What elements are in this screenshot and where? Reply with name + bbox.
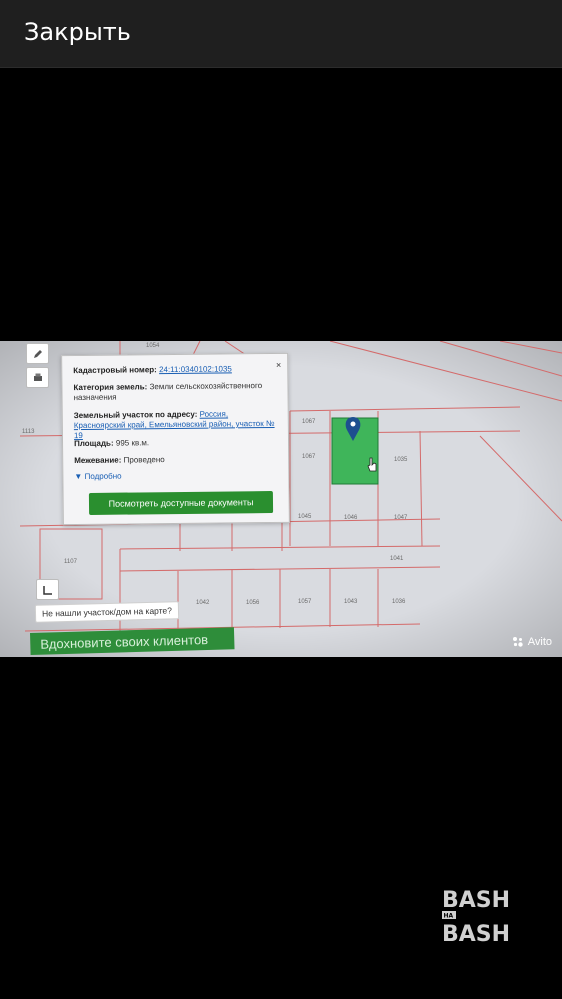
layers-icon [42, 585, 52, 595]
parcel-number: 1045 [298, 514, 312, 520]
cadastral-number-link[interactable]: 24:11:0340102:1035 [159, 364, 232, 374]
logo-text-middle: НА [444, 913, 454, 920]
view-documents-button[interactable]: Посмотреть доступные документы [88, 491, 274, 515]
top-bar: Закрыть [0, 0, 562, 68]
printer-icon [33, 373, 42, 381]
parcel-number: 1043 [344, 599, 358, 605]
parcel-number: 1042 [196, 600, 210, 606]
survey-value: Проведено [123, 455, 165, 465]
parcel-number: 1057 [298, 599, 312, 605]
parcel-number: 1056 [246, 600, 260, 606]
pencil-icon [33, 349, 42, 358]
address-label: Земельный участок по адресу: [73, 409, 198, 421]
parcel-number: 1041 [390, 556, 404, 562]
parcel-number: 1067 [302, 419, 316, 425]
layers-tool-button[interactable] [36, 579, 59, 600]
print-tool-button[interactable] [26, 367, 49, 388]
parcel-number: 1107 [64, 559, 77, 565]
avito-watermark: Avito [512, 636, 552, 648]
parcel-number: 1035 [394, 457, 408, 463]
parcel-number: 1047 [394, 515, 408, 521]
category-row: Категория земель: Земли сельскохозяйстве… [73, 381, 281, 403]
cadastral-row: Кадастровый номер: 24:11:0340102:1035 [73, 364, 281, 376]
not-found-prompt[interactable]: Не нашли участок/дом на карте? [34, 601, 180, 623]
parcel-number: 1113 [22, 429, 35, 435]
parcel-number: 1067 [302, 454, 316, 460]
logo-text-bottom: BASH [442, 922, 510, 947]
parcel-number: 1046 [344, 515, 358, 521]
logo-text-top: BASH [442, 888, 510, 913]
survey-row: Межевание: Проведено [74, 454, 282, 466]
avito-label: Avito [527, 636, 552, 648]
edit-tool-button[interactable] [26, 343, 49, 364]
bash-na-bash-logo: BASH НА BASH [440, 885, 510, 947]
avito-logo-icon [512, 637, 523, 647]
more-details-label: Подробно [84, 471, 122, 481]
parcel-number: 1054 [146, 343, 160, 349]
area-row: Площадь: 995 кв.м. [74, 437, 282, 449]
close-button[interactable]: Закрыть [24, 18, 131, 46]
area-value: 995 кв.м. [115, 438, 150, 448]
area-label: Площадь: [73, 438, 114, 449]
category-label: Категория земель: [73, 382, 148, 393]
triangle-down-icon: ▼ [74, 471, 83, 482]
more-details-toggle[interactable]: ▼ Подробно [74, 470, 282, 482]
cadastral-label: Кадастровый номер: [73, 365, 157, 376]
parcel-number: 1036 [392, 599, 406, 605]
survey-label: Межевание: [74, 455, 122, 466]
